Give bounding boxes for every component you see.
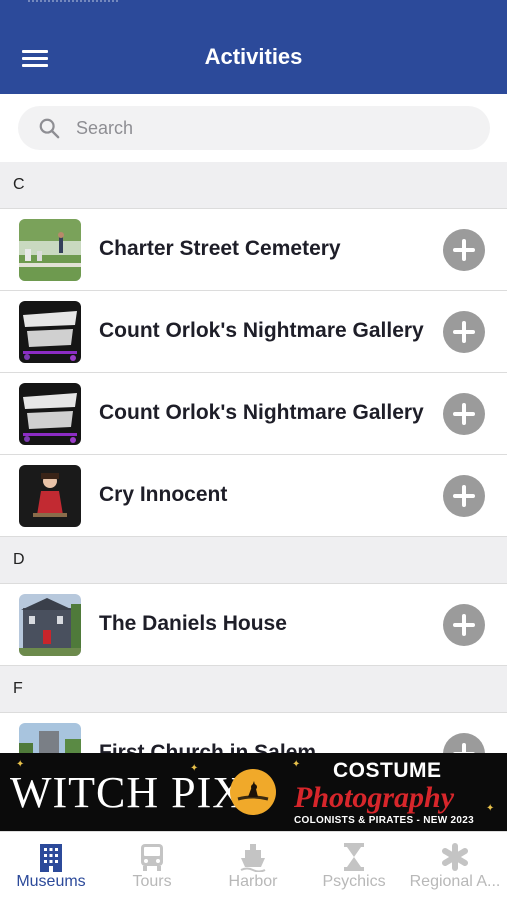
list-item-label: Count Orlok's Nightmare Gallery (99, 401, 424, 424)
list-item-label: First Church in Salem (99, 741, 317, 753)
first-church-photo (19, 723, 81, 753)
add-button[interactable] (443, 229, 485, 271)
banner-brand: WITCH PIX (10, 768, 246, 817)
ship-icon (240, 844, 266, 872)
tab-label: Regional A... (409, 873, 501, 890)
add-button[interactable] (443, 311, 485, 353)
building-icon (40, 844, 62, 872)
tab-label: Museums (16, 873, 86, 890)
nightmare-gallery-logo (19, 301, 81, 363)
nightmare-gallery-logo (19, 383, 81, 445)
tab-museums[interactable]: Museums (0, 832, 102, 900)
add-button[interactable] (443, 604, 485, 646)
list-item[interactable]: Count Orlok's Nightmare Gallery (0, 373, 507, 455)
search-icon (39, 118, 60, 139)
ad-banner[interactable]: ✦ ✦ ✦ ✦ WITCH PIX COSTUME Photography CO… (0, 753, 507, 831)
page-title: Activities (204, 44, 303, 69)
tab-tours[interactable]: Tours (101, 832, 203, 900)
list-item[interactable]: Cry Innocent (0, 455, 507, 537)
tab-psychics[interactable]: Psychics (303, 832, 405, 900)
cry-innocent-photo (19, 465, 81, 527)
banner-headline: COSTUME (333, 759, 442, 782)
list-item-label: Cry Innocent (99, 483, 228, 506)
add-button[interactable] (443, 393, 485, 435)
search-input[interactable] (76, 115, 456, 141)
bus-icon (141, 844, 163, 871)
tab-label: Tours (132, 873, 172, 890)
banner-tagline: COLONISTS & PIRATES - NEW 2023 (294, 815, 474, 826)
daniels-house-photo (19, 594, 81, 656)
list-item[interactable]: First Church in Salem (0, 713, 507, 753)
tab-label: Harbor (228, 873, 278, 890)
asterisk-icon (442, 843, 468, 871)
add-button[interactable] (443, 733, 485, 753)
list-item[interactable]: Count Orlok's Nightmare Gallery (0, 291, 507, 373)
list-item[interactable]: The Daniels House (0, 584, 507, 666)
list-item[interactable]: Charter Street Cemetery (0, 209, 507, 291)
cemetery-photo (19, 219, 81, 281)
bottom-tab-bar: Museums Tours Harbor Psychics Regional A… (0, 831, 507, 900)
section-header-d: D (0, 537, 507, 584)
add-button[interactable] (443, 475, 485, 517)
tab-harbor[interactable]: Harbor (202, 832, 304, 900)
tab-regional[interactable]: Regional A... (404, 832, 506, 900)
app-header: Activities (0, 0, 507, 94)
sparkle-icon: ✦ (292, 759, 301, 770)
section-header-f: F (0, 666, 507, 713)
list-item-label: Count Orlok's Nightmare Gallery (99, 319, 424, 342)
activities-list[interactable]: C Charter Street Cemetery Count Orlok's … (0, 162, 507, 753)
sparkle-icon: ✦ (486, 803, 495, 814)
section-header-c: C (0, 162, 507, 209)
search-bar[interactable] (18, 106, 490, 150)
banner-script: Photography (294, 781, 455, 814)
tab-label: Psychics (322, 873, 386, 890)
hourglass-icon (344, 843, 364, 871)
list-item-label: The Daniels House (99, 612, 287, 635)
status-bar (28, 0, 118, 2)
list-item-label: Charter Street Cemetery (99, 237, 341, 260)
witch-logo-icon (230, 769, 276, 815)
search-bar-container (0, 94, 507, 162)
